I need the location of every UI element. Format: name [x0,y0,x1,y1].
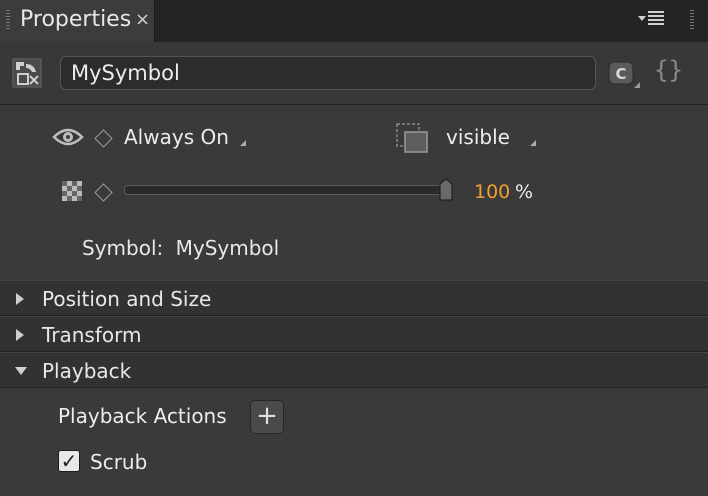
symbol-icon [12,58,42,88]
panel-grip-icon[interactable] [690,10,694,30]
section-title: Position and Size [42,287,212,311]
tab-title: Properties [20,7,132,32]
keyframe-diamond-icon[interactable] [94,183,113,202]
section-title: Playback [42,359,132,383]
overflow-visible-icon[interactable] [396,123,430,153]
opacity-unit: % [515,181,534,203]
plus-icon: + [256,401,278,431]
opacity-checker-icon [62,181,82,201]
tab-grip-icon[interactable] [6,10,10,30]
scrub-label[interactable]: Scrub [90,450,147,474]
section-transform[interactable]: Transform [0,316,708,352]
scrub-checkbox[interactable]: ✓ [58,450,80,472]
section-position-and-size[interactable]: Position and Size [0,280,708,316]
opacity-slider-thumb[interactable] [438,178,454,202]
disclosure-arrow-icon[interactable] [14,292,26,306]
symbol-info: Symbol: MySymbol [82,236,279,260]
overflow-dropdown-arrow-icon[interactable] [530,140,536,146]
playback-body: Playback Actions + ✓ Scrub [0,388,708,496]
disclosure-arrow-icon[interactable] [14,365,28,377]
symbol-name-input[interactable] [60,56,596,90]
symbol-info-label: Symbol: [82,236,164,260]
keyframe-diamond-icon[interactable] [94,129,113,148]
section-playback[interactable]: Playback [0,352,708,388]
class-button-label: C [615,65,626,83]
disclosure-arrow-icon[interactable] [14,328,26,342]
add-playback-action-button[interactable]: + [250,400,284,434]
class-icon[interactable]: C [608,60,642,90]
checkmark-icon: ✓ [60,449,78,473]
panel-tab-bar: Properties × [0,0,708,42]
panel-menu-icon[interactable] [636,8,668,30]
tab-properties[interactable]: Properties × [0,0,155,42]
opacity-slider-track[interactable] [124,185,448,195]
opacity-value[interactable]: 100 [474,181,510,203]
display-properties: Always On visible 100 % Symbol: MySymbol [0,105,708,277]
symbol-info-name: MySymbol [175,236,280,260]
symbol-name-row: C {} [0,42,708,105]
display-dropdown[interactable]: Always On [124,125,229,149]
code-button-label: {} [654,56,683,84]
code-icon[interactable]: {} [654,56,694,90]
display-dropdown-arrow-icon[interactable] [240,140,246,146]
close-icon[interactable]: × [135,9,150,30]
section-title: Transform [42,323,142,347]
overflow-dropdown[interactable]: visible [446,125,510,149]
eye-icon[interactable] [52,125,86,149]
playback-actions-label: Playback Actions [58,404,227,428]
